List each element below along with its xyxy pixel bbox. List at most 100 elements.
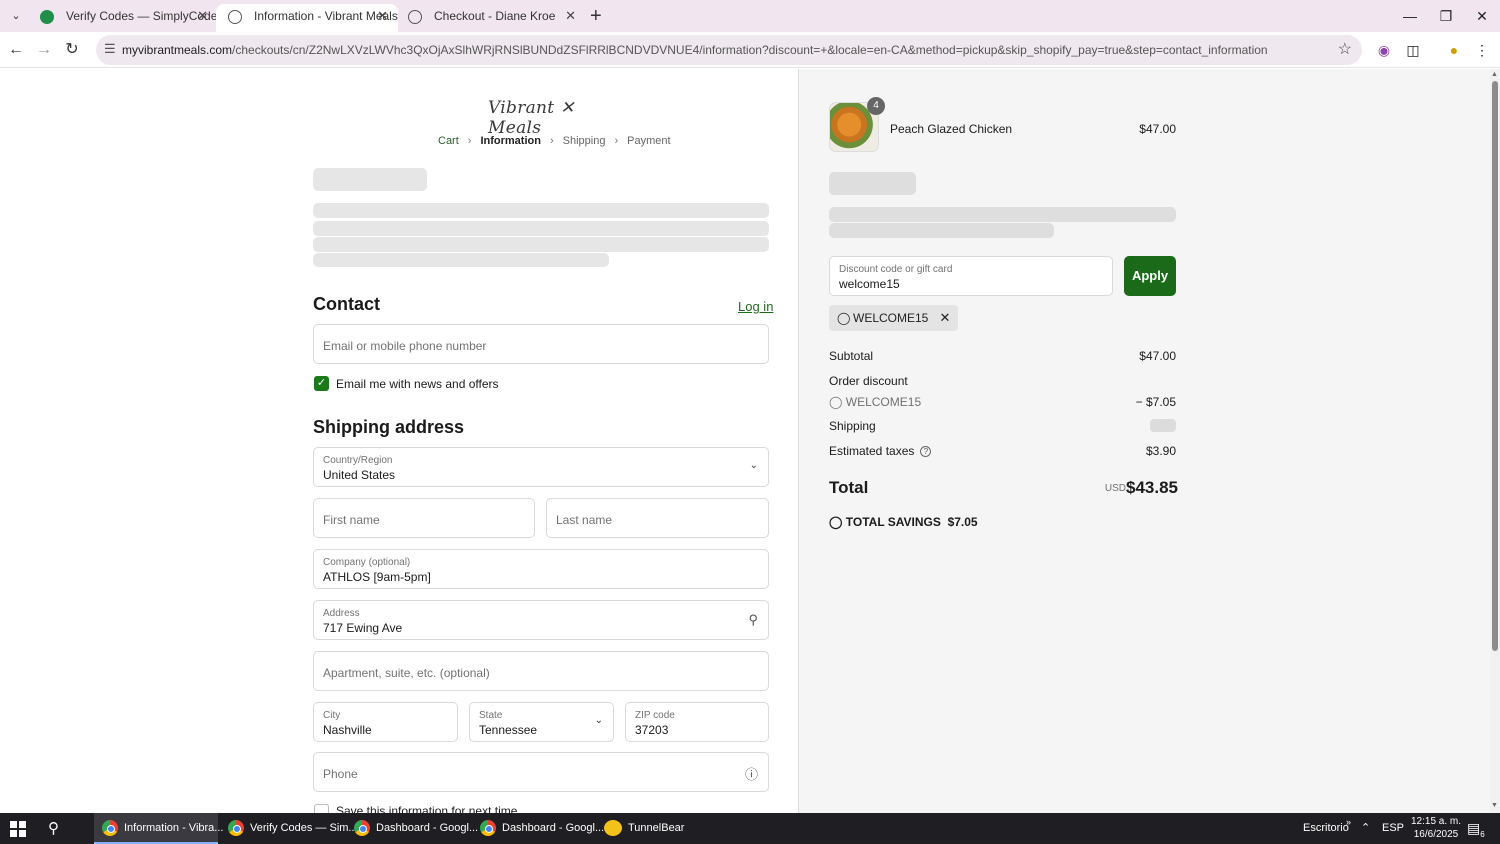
tag-icon: ◯ xyxy=(829,395,846,409)
apartment-field[interactable]: Apartment, suite, etc. (optional) xyxy=(313,651,769,691)
tab-search-icon[interactable]: ⌄ xyxy=(6,7,26,25)
address-label: Address xyxy=(323,608,360,619)
tab-checkout[interactable]: Checkout - Diane Kroe ✕ xyxy=(396,4,586,32)
desktop-label[interactable]: Escritorio xyxy=(1303,813,1349,844)
bookmark-star-icon[interactable]: ☆ xyxy=(1338,39,1352,59)
forward-button[interactable]: → xyxy=(32,38,56,62)
last-name-field[interactable]: Last name xyxy=(546,498,769,538)
reload-button[interactable]: ↻ xyxy=(60,38,84,62)
system-clock[interactable]: 12:15 a. m. 16/6/2025 xyxy=(1408,815,1464,841)
close-tab-icon[interactable]: ✕ xyxy=(377,4,388,28)
state-select[interactable]: State Tennessee ⌄ xyxy=(469,702,614,742)
breadcrumb-information: Information xyxy=(480,135,541,147)
taskbar-chrome-verify[interactable]: Verify Codes — Sim... xyxy=(220,813,358,844)
checkout-page: Vibrant ✕ Meals Cart › Information › Shippin… xyxy=(0,69,1490,813)
minimize-button[interactable]: — xyxy=(1395,4,1425,28)
city-value: Nashville xyxy=(323,723,372,737)
city-field[interactable]: City Nashville xyxy=(313,702,458,742)
shipping-label: Shipping xyxy=(829,419,876,433)
close-tab-icon[interactable]: ✕ xyxy=(197,4,208,28)
menu-icon[interactable]: ⋮ xyxy=(1472,40,1492,60)
notifications-icon[interactable]: ▤6 xyxy=(1467,813,1485,844)
windows-start-icon[interactable] xyxy=(10,821,26,837)
address-bar[interactable]: ☰ myvibrantmeals.com/checkouts/cn/Z2NwLX… xyxy=(96,35,1362,65)
tab-information[interactable]: Information - Vibrant Meals - C ✕ xyxy=(216,4,398,32)
chrome-icon xyxy=(228,820,244,836)
site-info-icon[interactable]: ☰ xyxy=(104,41,116,57)
save-info-checkbox[interactable] xyxy=(314,804,329,813)
chevron-up-icon[interactable]: ⌃ xyxy=(1361,813,1370,844)
taskbar-chrome-dashboard-1[interactable]: Dashboard - Googl... xyxy=(346,813,478,844)
last-name-placeholder: Last name xyxy=(556,513,613,527)
shipping-loading-skeleton xyxy=(1150,419,1176,432)
new-tab-button[interactable]: + xyxy=(590,4,602,28)
discount-code-row: ◯ WELCOME15 xyxy=(829,395,921,409)
total-value: $43.85 xyxy=(1126,478,1178,497)
order-discount-label: Order discount xyxy=(829,374,908,388)
breadcrumb-cart[interactable]: Cart xyxy=(438,135,459,147)
store-logo[interactable]: Vibrant ✕ Meals xyxy=(488,98,592,138)
newsletter-checkbox[interactable]: ✓ xyxy=(314,376,329,391)
remove-discount-icon[interactable]: ✕ xyxy=(939,305,950,331)
company-label: Company (optional) xyxy=(323,557,411,568)
breadcrumb-payment: Payment xyxy=(627,135,671,147)
zip-field[interactable]: ZIP code 37203 xyxy=(625,702,769,742)
company-field[interactable]: Company (optional) ATHLOS [9am-5pm] xyxy=(313,549,769,589)
newsletter-label: Email me with news and offers xyxy=(336,377,499,391)
close-window-button[interactable]: ✕ xyxy=(1467,4,1497,28)
tunnelbear-icon xyxy=(604,820,622,836)
tag-icon: ◯ xyxy=(829,515,846,529)
state-label: State xyxy=(479,710,503,721)
login-link[interactable]: Log in xyxy=(738,299,773,314)
country-select[interactable]: Country/Region United States ⌄ xyxy=(313,447,769,487)
phone-field[interactable]: Phone ⓘ xyxy=(313,752,769,792)
chrome-icon xyxy=(354,820,370,836)
taskbar-chrome-information[interactable]: Information - Vibra... xyxy=(94,813,223,844)
loading-skeleton xyxy=(313,221,769,236)
profile-icon[interactable]: ● xyxy=(1444,40,1464,60)
help-icon[interactable]: ⓘ xyxy=(745,764,758,783)
apartment-placeholder: Apartment, suite, etc. (optional) xyxy=(323,666,490,680)
total-currency: USD xyxy=(1104,483,1126,494)
email-field[interactable]: Email or mobile phone number xyxy=(313,324,769,364)
restore-button[interactable]: ❐ xyxy=(1431,4,1461,28)
product-name: Peach Glazed Chicken xyxy=(890,122,1013,136)
help-icon[interactable]: ? xyxy=(920,446,932,457)
taskbar-chrome-dashboard-2[interactable]: Dashboard - Googl... xyxy=(472,813,604,844)
discount-code-field[interactable]: Discount code or gift card welcome15 xyxy=(829,256,1113,296)
address-field[interactable]: Address 717 Ewing Ave ⚲ xyxy=(313,600,769,640)
applied-discount-chip: ◯ WELCOME15 ✕ xyxy=(829,305,959,331)
loading-skeleton xyxy=(313,253,609,267)
page-scrollbar[interactable]: ▲ ▼ xyxy=(1490,69,1500,813)
extensions-puzzle-icon[interactable]: ◫ xyxy=(1403,40,1423,60)
notification-count: 6 xyxy=(1480,829,1485,839)
extension-icon[interactable]: ◉ xyxy=(1374,40,1394,60)
apply-button[interactable]: Apply xyxy=(1124,256,1176,296)
globe-icon xyxy=(408,10,422,24)
first-name-field[interactable]: First name xyxy=(313,498,535,538)
address-value: 717 Ewing Ave xyxy=(323,621,403,635)
scroll-up-icon[interactable]: ▲ xyxy=(1491,71,1498,78)
scroll-down-icon[interactable]: ▼ xyxy=(1491,802,1498,809)
taxes-value: $3.90 xyxy=(1145,444,1176,458)
clock-time: 12:15 a. m. xyxy=(1410,816,1462,827)
discount-code-text: WELCOME15 xyxy=(845,395,922,409)
product-price: $47.00 xyxy=(1139,122,1176,136)
tab-title: Checkout - Diane Kroe xyxy=(434,9,556,23)
chevron-double-right-icon[interactable]: » xyxy=(1346,813,1351,844)
scrollbar-thumb[interactable] xyxy=(1492,81,1498,651)
total-label: Total xyxy=(829,478,869,497)
taxes-label: Estimated taxes xyxy=(829,444,915,458)
search-icon[interactable]: ⚲ xyxy=(748,612,758,628)
language-indicator[interactable]: ESP xyxy=(1382,813,1404,844)
tab-strip: ⌄ Verify Codes — SimplyCodes ✕ Informati… xyxy=(0,0,1500,32)
zip-label: ZIP code xyxy=(635,710,675,721)
savings-label: TOTAL SAVINGS xyxy=(845,515,941,529)
tab-verify-codes[interactable]: Verify Codes — SimplyCodes ✕ xyxy=(28,4,218,32)
taskbar-tunnelbear[interactable]: TunnelBear xyxy=(598,813,718,844)
back-button[interactable]: ← xyxy=(4,38,28,62)
search-icon[interactable]: ⚲ xyxy=(48,819,59,837)
first-name-placeholder: First name xyxy=(323,513,380,527)
close-tab-icon[interactable]: ✕ xyxy=(565,4,576,28)
taxes-row: Estimated taxes? xyxy=(829,444,932,458)
